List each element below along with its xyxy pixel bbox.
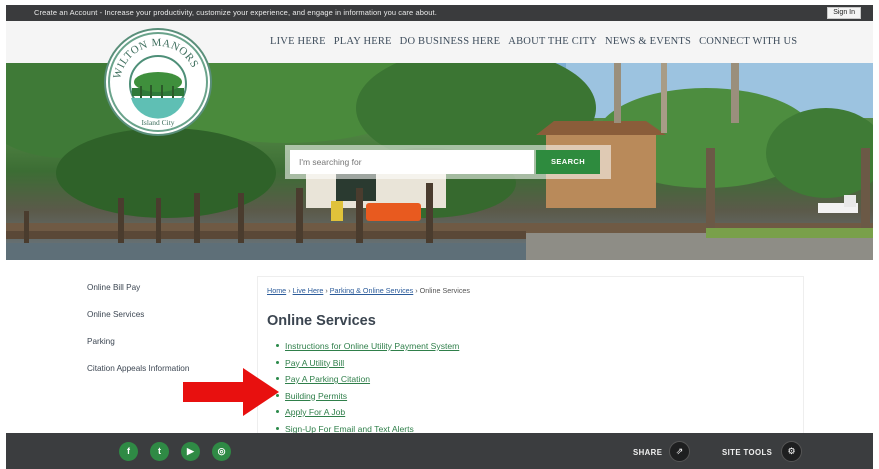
share-icon[interactable]: ⇗ [669,441,690,462]
link-utility-payment-instructions[interactable]: Instructions for Online Utility Payment … [285,341,459,351]
nav-play-here[interactable]: PLAY HERE [334,36,392,47]
list-item: Pay A Parking Citation [275,373,459,390]
list-item: Building Permits [275,390,459,407]
instagram-icon[interactable]: ◎ [212,442,231,461]
city-logo[interactable]: WILTON MANORS Island City [104,28,212,136]
sidebar-item-parking[interactable]: Parking [87,337,115,346]
breadcrumb-current: Online Services [419,286,471,295]
list-item: Apply For A Job [275,406,459,423]
main-content: Home › Live Here › Parking & Online Serv… [258,277,803,437]
link-apply-for-job[interactable]: Apply For A Job [285,407,345,417]
nav-live-here[interactable]: LIVE HERE [270,36,326,47]
nav-do-business-here[interactable]: DO BUSINESS HERE [400,36,501,47]
main-navigation: LIVE HERE PLAY HERE DO BUSINESS HERE ABO… [270,36,805,47]
search-button[interactable]: SEARCH [536,150,600,174]
link-pay-parking-citation[interactable]: Pay A Parking Citation [285,374,370,384]
link-email-text-alerts[interactable]: Sign-Up For Email and Text Alerts [285,424,414,434]
breadcrumb-parking-online-services[interactable]: Parking & Online Services [330,286,414,295]
breadcrumb-home[interactable]: Home [267,286,286,295]
share-label[interactable]: SHARE [633,448,662,457]
facebook-icon[interactable]: f [119,442,138,461]
search-panel: SEARCH [285,145,611,179]
wilton-manors-seal-icon: WILTON MANORS Island City [108,32,208,132]
link-pay-utility-bill[interactable]: Pay A Utility Bill [285,358,344,368]
online-services-list: Instructions for Online Utility Payment … [275,340,459,439]
gear-icon[interactable]: ⚙ [781,441,802,462]
site-footer: f t ▶ ◎ SHARE ⇗ SITE TOOLS ⚙ [6,433,873,469]
twitter-icon[interactable]: t [150,442,169,461]
sidebar-item-online-bill-pay[interactable]: Online Bill Pay [87,283,140,292]
link-building-permits[interactable]: Building Permits [285,391,347,401]
page-title: Online Services [267,313,376,329]
breadcrumb-separator: › [288,286,291,295]
sign-in-button[interactable]: Sign In [827,7,861,19]
list-item: Pay A Utility Bill [275,357,459,374]
nav-about-the-city[interactable]: ABOUT THE CITY [508,36,597,47]
youtube-icon[interactable]: ▶ [181,442,200,461]
nav-news-events[interactable]: NEWS & EVENTS [605,36,691,47]
breadcrumb-live-here[interactable]: Live Here [293,286,324,295]
sidebar-item-citation-appeals[interactable]: Citation Appeals Information [87,364,189,373]
logo-tagline: Island City [141,118,174,127]
breadcrumb-separator: › [415,286,418,295]
site-tools-label[interactable]: SITE TOOLS [722,448,772,457]
list-item: Instructions for Online Utility Payment … [275,340,459,357]
nav-connect-with-us[interactable]: CONNECT WITH US [699,36,797,47]
red-arrow-annotation-icon [183,368,279,416]
create-account-message[interactable]: Create an Account - Increase your produc… [34,8,437,17]
top-utility-bar: Create an Account - Increase your produc… [6,5,873,21]
sidebar-item-online-services[interactable]: Online Services [87,310,144,319]
search-input[interactable] [290,150,534,174]
breadcrumb: Home › Live Here › Parking & Online Serv… [267,286,470,295]
breadcrumb-separator: › [325,286,328,295]
